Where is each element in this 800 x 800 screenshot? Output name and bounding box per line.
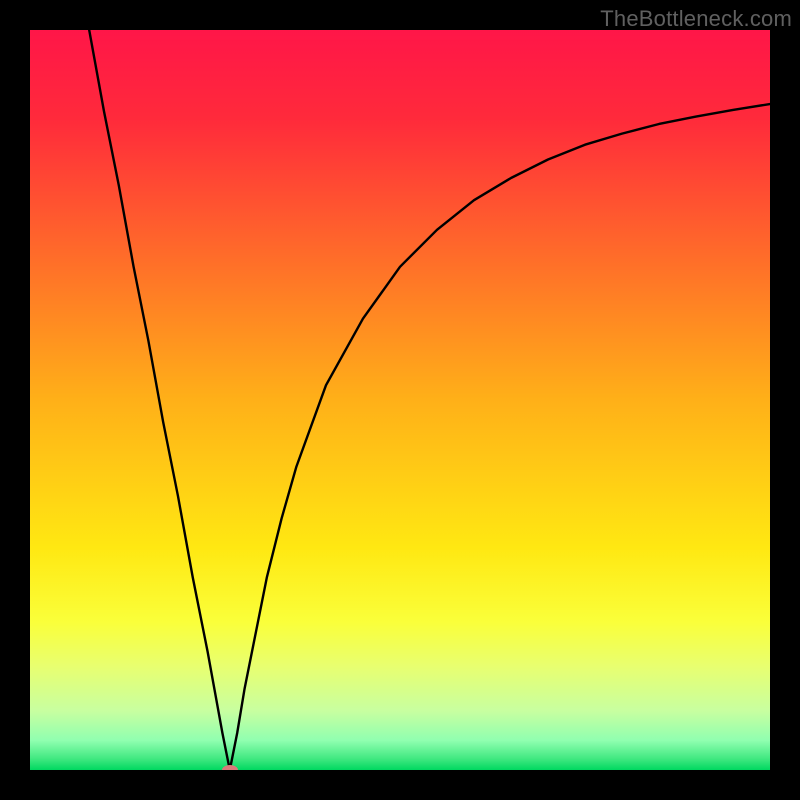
background-gradient — [30, 30, 770, 770]
chart-frame: TheBottleneck.com — [0, 0, 800, 800]
plot-area — [30, 30, 770, 770]
minimum-marker — [222, 765, 238, 770]
watermark-text: TheBottleneck.com — [600, 6, 792, 32]
